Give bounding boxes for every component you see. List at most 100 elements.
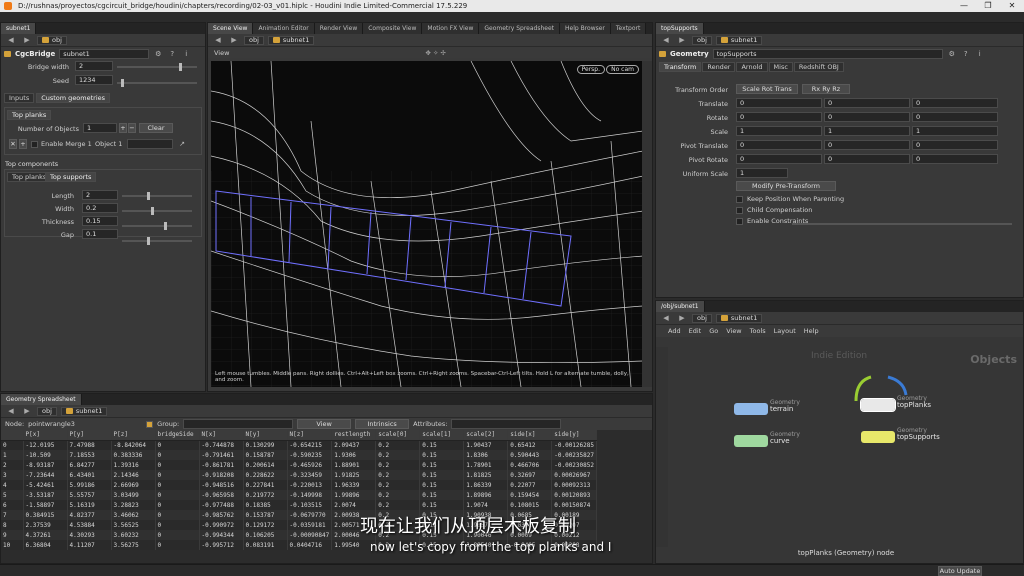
tab-textport[interactable]: Textport: [610, 23, 647, 34]
slider-knob[interactable]: [146, 192, 150, 200]
info-icon[interactable]: i: [181, 49, 191, 59]
column-header[interactable]: P[y]: [67, 430, 112, 441]
menu-edit[interactable]: Edit: [689, 327, 702, 335]
group-field[interactable]: [183, 419, 294, 429]
path-crumb-subnet[interactable]: subnet1: [60, 406, 108, 416]
display-options-toolbar[interactable]: [642, 61, 652, 387]
tab-arnold[interactable]: Arnold: [736, 62, 768, 72]
column-header[interactable]: [1, 430, 24, 441]
scale-x-field[interactable]: 1: [736, 126, 822, 136]
uniform-scale-field[interactable]: 1: [736, 168, 788, 178]
tab-help-browser[interactable]: Help Browser: [560, 23, 611, 34]
pivot-rotate-z-field[interactable]: 0: [912, 154, 998, 164]
bridge-width-field[interactable]: 2: [75, 61, 113, 71]
node-body[interactable]: [734, 403, 768, 415]
back-arrow-icon[interactable]: ◀: [5, 36, 17, 45]
width-field[interactable]: 0.2: [82, 203, 118, 213]
maximize-button[interactable]: ❐: [976, 0, 1000, 12]
forward-arrow-icon[interactable]: ▶: [21, 407, 33, 416]
thickness-field[interactable]: 0.15: [82, 216, 118, 226]
path-crumb-obj[interactable]: obj: [244, 35, 264, 45]
tab-inputs[interactable]: Inputs: [4, 93, 35, 103]
node-body[interactable]: [861, 431, 895, 443]
tab-redshift-obj[interactable]: Redshift OBJ: [793, 62, 844, 72]
translate-x-field[interactable]: 0: [736, 98, 822, 108]
rotation-order-menu[interactable]: Rx Ry Rz: [802, 84, 850, 94]
table-row[interactable]: 5 -3.53187 5.55757 3.03499 0 -0.965958 0.21977…: [1, 490, 597, 500]
forward-arrow-icon[interactable]: ▶: [21, 36, 33, 45]
scale-y-field[interactable]: 1: [824, 126, 910, 136]
tab-misc[interactable]: Misc: [768, 62, 793, 72]
table-row[interactable]: 0 -12.0195 7.47988 -8.842064 0 -0.744878 0.130…: [1, 440, 597, 450]
table-row[interactable]: 1 -10.509 7.18553 0.383336 0 -0.791461 0.15878…: [1, 450, 597, 460]
path-crumb-subnet[interactable]: subnet1: [715, 35, 763, 45]
column-header[interactable]: N[z]: [287, 430, 333, 441]
path-crumb-obj[interactable]: obj: [37, 35, 67, 45]
pivot-rotate-x-field[interactable]: 0: [736, 154, 822, 164]
menu-go[interactable]: Go: [709, 327, 718, 335]
column-header[interactable]: scale[1]: [419, 430, 465, 441]
enable-constraints-checkbox[interactable]: [736, 218, 743, 225]
tab-transform[interactable]: Transform: [659, 62, 702, 72]
table-row[interactable]: 3 -7.23644 6.43401 2.14346 0 -0.918208 0.22862…: [1, 470, 597, 480]
add-object-button[interactable]: +: [119, 123, 127, 133]
path-crumb-obj[interactable]: obj: [692, 35, 712, 45]
multiparm-add-button[interactable]: +: [19, 139, 27, 149]
gap-slider[interactable]: [122, 237, 192, 245]
menu-tools[interactable]: Tools: [750, 327, 766, 335]
modify-pre-transform-menu[interactable]: Modify Pre-Transform: [736, 181, 836, 191]
tab-composite-view[interactable]: Composite View: [363, 23, 423, 34]
column-header[interactable]: side[y]: [551, 430, 597, 441]
persp-button[interactable]: Persp.: [576, 65, 605, 74]
node-curve[interactable]: Geometry curve: [734, 431, 834, 451]
slider-knob[interactable]: [179, 63, 183, 71]
pivot-translate-x-field[interactable]: 0: [736, 140, 822, 150]
object1-path-field[interactable]: [127, 139, 173, 149]
table-row[interactable]: 2 -8.93187 6.84277 1.39316 0 -0.861781 0.20061…: [1, 460, 597, 470]
slider-knob[interactable]: [151, 207, 155, 215]
path-crumb-subnet[interactable]: subnet1: [267, 35, 315, 45]
thickness-slider[interactable]: [122, 222, 192, 230]
node-ring-menu[interactable]: [846, 371, 916, 411]
uniform-scale-slider[interactable]: [792, 223, 1012, 225]
back-arrow-icon[interactable]: ◀: [212, 36, 224, 45]
column-header[interactable]: scale[2]: [463, 430, 509, 441]
rotate-x-field[interactable]: 0: [736, 112, 822, 122]
menu-layout[interactable]: Layout: [774, 327, 796, 335]
column-header[interactable]: restlength: [331, 430, 377, 441]
column-header[interactable]: N[y]: [243, 430, 288, 441]
tab-animation-editor[interactable]: Animation Editor: [253, 23, 315, 34]
length-field[interactable]: 2: [82, 190, 118, 200]
length-slider[interactable]: [122, 192, 192, 200]
minimize-button[interactable]: —: [952, 0, 976, 12]
back-arrow-icon[interactable]: ◀: [660, 314, 672, 323]
tab-geometry-spreadsheet[interactable]: Geometry Spreadsheet: [1, 394, 82, 405]
node-body[interactable]: [734, 435, 768, 447]
table-row[interactable]: 6 -1.58897 5.16319 3.28823 0 -0.977488 0.18385…: [1, 500, 597, 510]
menu-add[interactable]: Add: [668, 327, 681, 335]
number-of-objects-field[interactable]: 1: [83, 123, 117, 133]
network-toolbar[interactable]: [656, 347, 668, 547]
bridge-width-slider[interactable]: [117, 63, 197, 71]
tab-render-view[interactable]: Render View: [314, 23, 364, 34]
auto-update-button[interactable]: Auto Update: [938, 566, 982, 576]
tab-subnet1[interactable]: subnet1: [1, 23, 37, 34]
node-terrain[interactable]: Geometry terrain: [734, 399, 834, 419]
gap-field[interactable]: 0.1: [82, 229, 118, 239]
transform-order-menu[interactable]: Scale Rot Trans: [736, 84, 798, 94]
help-icon[interactable]: ?: [167, 49, 177, 59]
forward-arrow-icon[interactable]: ▶: [676, 314, 688, 323]
help-icon[interactable]: ?: [961, 49, 971, 59]
camera-button[interactable]: No cam: [606, 65, 639, 74]
enable-merge-checkbox[interactable]: [31, 141, 38, 148]
snap-tools-icon[interactable]: ✥ ✧ ✢: [425, 49, 445, 57]
node-picker-icon[interactable]: ↗: [177, 139, 187, 149]
table-row[interactable]: 4 -5.42461 5.99186 2.66969 0 -0.948516 0.22784…: [1, 480, 597, 490]
pivot-translate-y-field[interactable]: 0: [824, 140, 910, 150]
view-menu[interactable]: View: [214, 49, 229, 57]
gear-icon[interactable]: ⚙: [153, 49, 163, 59]
seed-slider[interactable]: [117, 79, 197, 87]
column-header[interactable]: bridgeSide: [155, 430, 200, 441]
child-compensation-checkbox[interactable]: [736, 207, 743, 214]
column-header[interactable]: side[x]: [507, 430, 553, 441]
